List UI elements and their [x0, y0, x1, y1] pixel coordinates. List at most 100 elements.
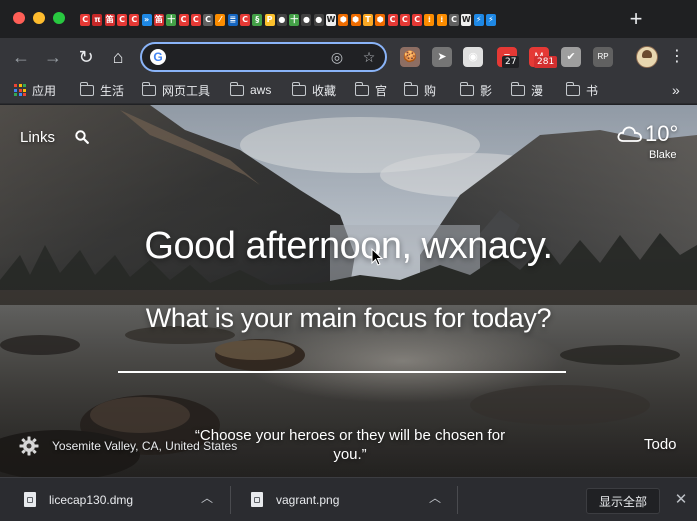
bookmark-item[interactable]: 收藏 [291, 81, 336, 99]
chrome-c-icon: C [412, 14, 423, 26]
settings-gear-icon[interactable] [19, 436, 39, 456]
pinned-tab[interactable]: C [411, 10, 423, 30]
bookmark-item[interactable]: 漫 [510, 81, 543, 99]
chrome-c-icon: C [240, 14, 250, 26]
pinned-tab[interactable]: ⬢ [350, 10, 362, 30]
daily-quote[interactable]: “Choose your heroes or they will be chos… [190, 426, 510, 464]
pinned-tab[interactable]: 十 [165, 10, 177, 30]
chevron-up-icon[interactable]: ︿ [199, 490, 215, 506]
more-menu-icon[interactable]: ⋮ [668, 46, 686, 68]
pinned-tab[interactable]: ⁄ [214, 10, 226, 30]
bookmark-item[interactable]: aws [229, 81, 271, 99]
bookmark-item[interactable]: 应用 [14, 81, 56, 99]
chrome-c-icon: C [399, 14, 410, 26]
pinned-tab[interactable]: C [386, 10, 398, 30]
focus-input[interactable] [118, 343, 566, 373]
pinned-tabs: Cπ 笛 C C» 笛十 C C C ⁄ ≣ C § P ● 十 ● ● W ⬢ ⬢ T ⬢ C C C ⁞ ⁞ C W ⚡ ⚡ [79, 10, 599, 30]
chrome-c-icon: C [190, 14, 201, 26]
todo-button[interactable]: Todo [644, 436, 677, 453]
bolt-icon: ⚡ [473, 14, 484, 26]
weather-widget[interactable]: 10° Blake [617, 121, 687, 161]
forward-arrow-icon[interactable]: → [42, 46, 64, 68]
new-tab-button[interactable]: + [626, 8, 646, 30]
check-icon[interactable]: ✔ [561, 47, 581, 67]
bookmark-item[interactable]: 网页工具 [141, 81, 210, 99]
chevron-up-icon[interactable]: ︿ [427, 490, 443, 506]
swirl-icon: § [252, 14, 263, 26]
reload-icon[interactable]: ↻ [75, 46, 97, 68]
pinned-tab[interactable]: C [399, 10, 411, 30]
pinned-tab[interactable]: » [140, 10, 152, 30]
pinned-tab[interactable]: C [177, 10, 189, 30]
pinned-tab[interactable]: § [251, 10, 263, 30]
bookmark-icon: 笛 [104, 14, 115, 26]
download-item[interactable]: vagrant.png ︿ [231, 478, 457, 521]
pinned-tab[interactable]: ⬢ [374, 10, 386, 30]
address-bar[interactable]: G ◎ ☆ [140, 42, 387, 72]
pinned-tab[interactable]: 笛 [153, 10, 165, 30]
links-button[interactable]: Links [20, 129, 55, 146]
pinned-tab[interactable]: W [325, 10, 337, 30]
location-target-icon[interactable]: ◎ [328, 48, 346, 66]
pinned-tab[interactable]: ● [313, 10, 325, 30]
pinned-tab[interactable]: ⬢ [337, 10, 349, 30]
github-icon: ● [276, 14, 287, 26]
pinned-tab[interactable]: ⁞ [436, 10, 448, 30]
divider [457, 486, 458, 514]
pinned-tab[interactable]: 十 [288, 10, 300, 30]
pinned-tab[interactable]: W [460, 10, 472, 30]
back-arrow-icon[interactable]: ← [10, 46, 32, 68]
pinned-tab[interactable]: C [79, 10, 91, 30]
pinned-tab[interactable]: ⁞ [423, 10, 435, 30]
bookmark-item[interactable]: 生活 [79, 81, 124, 99]
pinned-tab[interactable]: π [91, 10, 103, 30]
double-chevron-icon: » [141, 14, 152, 26]
folder-icon [354, 81, 369, 96]
file-icon [24, 492, 36, 507]
window-minimize-button[interactable] [33, 12, 45, 24]
search-icon[interactable] [75, 130, 89, 144]
download-item[interactable]: licecap130.dmg ︿ [0, 478, 230, 521]
pinned-tab[interactable]: ● [276, 10, 288, 30]
bookmark-item[interactable]: 购 [403, 81, 437, 99]
tab-strip: Cπ 笛 C C» 笛十 C C C ⁄ ≣ C § P ● 十 ● ● W ⬢ ⬢ T ⬢ C C C ⁞ ⁞ C W ⚡ ⚡ + [0, 0, 697, 38]
window-maximize-button[interactable] [53, 12, 65, 24]
avatar[interactable] [636, 46, 658, 68]
pinned-tab[interactable]: ≣ [227, 10, 239, 30]
hex-icon: ⬢ [338, 14, 349, 26]
greeting-heading: Good afternoon, wxnacy. [144, 225, 553, 267]
window-close-button[interactable] [13, 12, 25, 24]
show-all-button[interactable]: 显示全部 [586, 488, 660, 514]
folder-icon [79, 81, 94, 96]
csdn-icon: π [92, 14, 103, 26]
pinned-tab[interactable]: ⚡ [485, 10, 497, 30]
pinned-tab[interactable]: ● [300, 10, 312, 30]
arrow-icon[interactable]: ➤ [432, 47, 452, 67]
pinned-tab[interactable]: C [202, 10, 214, 30]
pinned-tab[interactable]: C [116, 10, 128, 30]
cookie-icon[interactable]: 🍪 [400, 47, 420, 67]
home-icon[interactable]: ⌂ [107, 46, 129, 68]
bookmarks-overflow-icon[interactable]: » [672, 81, 680, 99]
download-filename: licecap130.dmg [49, 493, 134, 507]
chrome-c-icon: C [203, 14, 214, 26]
pinned-tab[interactable]: 笛 [104, 10, 116, 30]
bookmark-item[interactable]: 影 [459, 81, 492, 99]
close-icon[interactable]: ✕ [672, 490, 690, 510]
pinned-tab[interactable]: C [190, 10, 202, 30]
bookmark-item[interactable]: 书 [565, 81, 598, 99]
pinned-tab[interactable]: C [128, 10, 140, 30]
pinned-tab[interactable]: ⚡ [473, 10, 485, 30]
eye-icon[interactable]: ◉ [463, 47, 483, 67]
bookmark-label: 购 [424, 83, 437, 98]
bookmark-star-icon[interactable]: ☆ [360, 48, 378, 66]
folder-icon [403, 81, 418, 96]
pinned-tab[interactable]: C [448, 10, 460, 30]
rp-icon[interactable]: RP [593, 47, 613, 67]
bookmark-label: 官 [375, 83, 388, 98]
bookmark-item[interactable]: 官 [354, 81, 388, 99]
pinned-tab[interactable]: C [239, 10, 251, 30]
pinned-tab[interactable]: T [362, 10, 374, 30]
address-input[interactable] [174, 48, 324, 66]
pinned-tab[interactable]: P [263, 10, 275, 30]
